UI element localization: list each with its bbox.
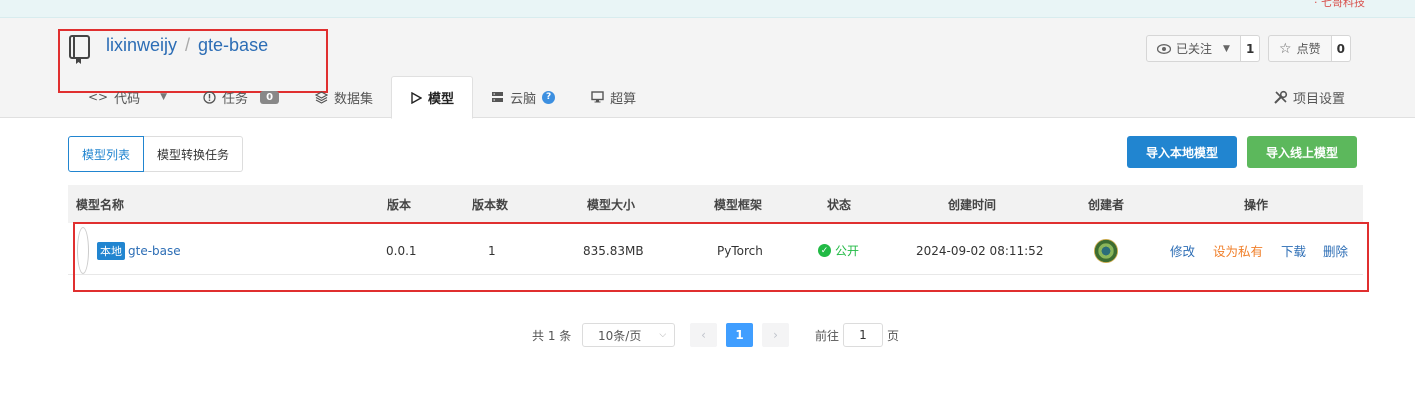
goto-suffix: 页: [887, 328, 900, 343]
col-header-created: 创建时间: [948, 197, 997, 212]
prev-page-button[interactable]: ‹: [690, 323, 717, 347]
help-icon[interactable]: ?: [542, 90, 556, 104]
subtab-model-list[interactable]: 模型列表: [68, 136, 145, 172]
tab-code[interactable]: <> 代码 ▼: [70, 76, 185, 118]
highlight-box-row: [73, 222, 1369, 292]
code-icon: <>: [88, 90, 109, 104]
server-icon: [492, 92, 504, 102]
tab-datasets[interactable]: 数据集: [297, 76, 391, 118]
repo-header: lixinweijy / gte-base 已关注 ▼ 1 ☆ 点赞 0 <> 代码…: [0, 18, 1415, 119]
col-header-status: 状态: [827, 197, 852, 212]
top-strip: · 七哥科技: [0, 0, 1415, 18]
eye-icon: [1157, 43, 1171, 54]
tab-cloudbrain[interactable]: 云脑 ?: [473, 76, 573, 118]
play-icon: [411, 91, 423, 104]
repo-tabs: <> 代码 ▼ 任务 0 数据集 模型 云脑 ? 超算: [70, 76, 654, 119]
watch-button[interactable]: 已关注 ▼: [1146, 35, 1241, 62]
issue-icon: [203, 90, 216, 104]
table-header: 模型名称 版本 版本数 模型大小 模型框架 状态 创建时间 创建者 操作: [68, 185, 1363, 223]
star-group: ☆ 点赞 0: [1268, 35, 1351, 62]
tools-icon: [1274, 90, 1288, 104]
star-button[interactable]: ☆ 点赞: [1268, 35, 1332, 62]
pagination-total: 共 1 条: [532, 328, 572, 343]
next-page-button[interactable]: ›: [762, 323, 789, 347]
pagination: 共 1 条 10条/页 ⌵ ‹ 1 › 前往 1 页: [0, 323, 1415, 347]
issues-count-badge: 0: [260, 90, 280, 104]
tab-issues-label: 任务: [222, 91, 249, 107]
star-label: 点赞: [1296, 42, 1321, 56]
star-icon: ☆: [1279, 40, 1292, 57]
model-subtabs: 模型列表 模型转换任务: [68, 136, 244, 172]
top-corner-text[interactable]: · 七哥科技: [1314, 0, 1365, 10]
col-header-framework: 模型框架: [714, 197, 763, 212]
tab-datasets-label: 数据集: [334, 91, 374, 107]
import-online-model-button[interactable]: 导入线上模型: [1247, 136, 1358, 168]
chevron-down-icon: ⌵: [659, 330, 667, 340]
tab-code-label: 代码: [114, 91, 141, 107]
chevron-left-icon: ‹: [701, 328, 706, 342]
caret-down-icon: ▼: [160, 92, 168, 102]
watch-count[interactable]: 1: [1240, 35, 1261, 62]
col-header-actions: 操作: [1244, 197, 1269, 212]
subtab-convert-tasks[interactable]: 模型转换任务: [144, 136, 244, 172]
page-size-value: 10条/页: [598, 328, 642, 343]
goto-prefix: 前往: [815, 328, 840, 343]
caret-down-icon: ▼: [1223, 43, 1230, 54]
import-local-model-button[interactable]: 导入本地模型: [1127, 136, 1238, 168]
col-header-creator: 创建者: [1088, 197, 1125, 212]
tab-models-label: 模型: [428, 92, 455, 107]
tab-models[interactable]: 模型: [391, 76, 474, 119]
tab-issues[interactable]: 任务 0: [185, 76, 297, 118]
tab-supercomputing[interactable]: 超算: [573, 76, 654, 118]
col-header-version: 版本: [387, 197, 412, 212]
chevron-right-icon: ›: [773, 328, 778, 342]
watch-label: 已关注: [1176, 42, 1213, 56]
tab-supercomputing-label: 超算: [610, 91, 637, 107]
layers-icon: [315, 90, 329, 104]
star-count[interactable]: 0: [1331, 35, 1351, 62]
page-size-select[interactable]: 10条/页 ⌵: [582, 323, 676, 347]
project-settings-link[interactable]: 项目设置: [1273, 88, 1345, 107]
project-settings-label: 项目设置: [1292, 92, 1345, 107]
watch-group: 已关注 ▼ 1: [1146, 35, 1261, 62]
monitor-icon: [591, 91, 604, 103]
tab-cloudbrain-label: 云脑: [510, 91, 537, 107]
page-number-current[interactable]: 1: [726, 323, 753, 347]
col-header-name: 模型名称: [76, 197, 125, 212]
goto-page-input[interactable]: 1: [843, 323, 883, 347]
col-header-size: 模型大小: [587, 197, 636, 212]
col-header-version-count: 版本数: [472, 197, 509, 212]
